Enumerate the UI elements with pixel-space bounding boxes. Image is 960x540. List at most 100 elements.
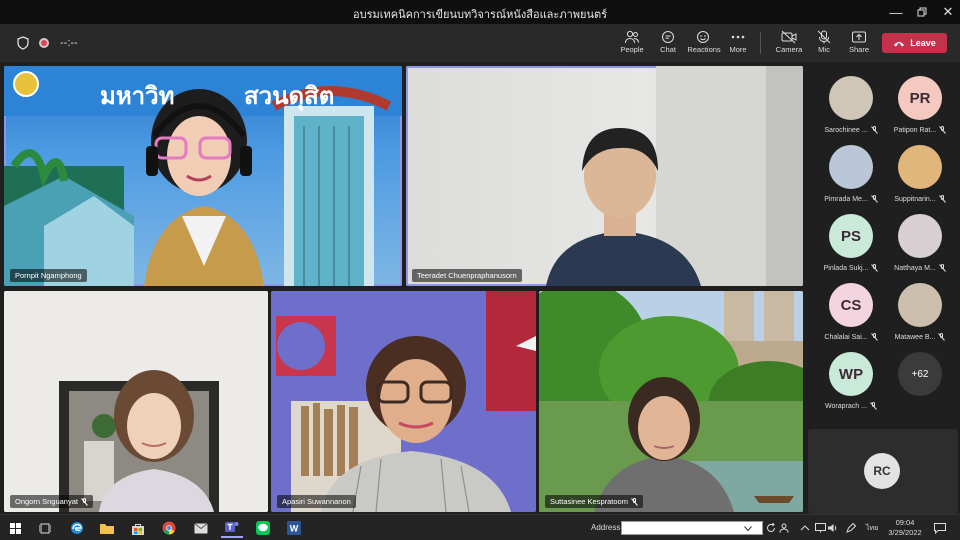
camera-label: Camera [775,45,803,54]
system-clock[interactable]: 09:04 3/29/2022 [885,518,925,538]
participant-name-text: Suppitnarin... [894,195,936,203]
more-participants-button: +62 [898,352,942,396]
roster-participant[interactable]: CS Chalalai Sai... [817,283,885,351]
banner-text-right: สวนดุสิต [244,83,335,110]
chevron-down-icon [744,526,752,532]
task-view-icon [39,523,51,533]
window-title: อบรมเทคนิคการเขียนบทวิจารณ์หนังสือและภาพ… [352,9,608,21]
avatar [898,145,942,189]
edge-taskbar-button[interactable] [66,518,88,538]
meeting-toolbar: --:-- People Chat Reactions More Camera … [0,24,960,62]
avatar: PR [898,76,942,120]
chrome-icon [162,521,176,535]
task-view-button[interactable] [34,518,56,538]
share-button[interactable]: Share [841,28,877,60]
roster-participant[interactable]: Pimrada Me... [817,145,885,213]
teams-taskbar-button[interactable] [221,518,243,538]
people-label: People [620,45,644,54]
line-icon [256,521,270,535]
avatar [898,214,942,258]
title-bar: อบรมเทคนิคการเขียนบทวิจารณ์หนังสือและภาพ… [0,0,960,24]
participant-name-text: Pimrada Me... [824,195,868,203]
more-icon [731,35,745,39]
address-input[interactable] [621,521,763,535]
video-tile-pornpit[interactable]: มหาวิท สวนดุสิต Pornpit Ngamphong [4,66,402,286]
mic-muted-icon [870,195,878,203]
mic-muted-icon [939,126,947,134]
banner-text-left: มหาวิท [100,83,175,110]
clock-date: 3/29/2022 [888,528,922,537]
university-background [4,66,402,286]
people-button[interactable]: People [614,28,650,60]
roster-participant[interactable]: Matawee B... [886,283,954,351]
roster-participant-name: Sarochinee ... [817,126,885,134]
reactions-button[interactable]: Reactions [686,28,722,60]
participant-name-text: Sarochinee ... [824,126,868,134]
overflow-participant-card[interactable]: RC [808,429,958,514]
mic-button[interactable]: Mic [806,28,842,60]
camera-button[interactable]: Camera [771,28,807,60]
language-indicator[interactable]: ไทย [866,523,878,534]
participant-name-text: Woraprach ... [825,402,867,410]
mic-muted-icon [81,497,88,506]
avatar: WP [829,352,873,396]
more-button[interactable]: More [720,28,756,60]
mic-muted-icon [870,402,877,410]
participant-name: Apasiri Suwannanon [282,497,351,506]
mail-taskbar-button[interactable] [190,518,212,538]
roster-participant-name: Patipon Rat... [886,126,954,134]
recording-indicator-icon [39,38,49,48]
volume-icon[interactable] [827,523,838,533]
roster-participant[interactable]: Sarochinee ... [817,76,885,144]
line-taskbar-button[interactable] [252,518,274,538]
close-window-button[interactable]: ✕ [933,0,960,24]
word-taskbar-button[interactable]: W [283,518,305,538]
chat-button[interactable]: Chat [650,28,686,60]
start-button[interactable] [4,518,26,538]
share-icon [852,31,866,43]
address-label: Address [591,523,621,532]
leave-button[interactable]: Leave [882,33,947,53]
chrome-taskbar-button[interactable] [158,518,180,538]
share-label: Share [848,45,869,54]
video-tile-apasiri[interactable]: Apasiri Suwannanon [271,291,536,512]
windows-taskbar: W Address ไทย 09:04 3/29/2022 [0,514,960,540]
mail-icon [194,522,208,533]
notifications-icon[interactable] [934,523,946,534]
participant-name-chip: Apasiri Suwannanon [277,495,356,508]
folder-icon [100,524,114,534]
shield-icon [17,36,29,50]
avatar [829,76,873,120]
apasiri-video-frame [271,291,536,512]
network-icon[interactable] [815,523,826,533]
video-tile-teeradet[interactable]: Teeradet Chuenpraphanusorn [406,66,803,286]
pen-icon[interactable] [846,523,856,533]
participant-name-chip: Teeradet Chuenpraphanusorn [412,269,522,282]
store-icon [132,523,144,535]
roster-participant[interactable]: WP Woraprach ... [817,352,885,420]
reactions-label: Reactions [687,45,721,54]
svg-text:W: W [290,524,299,534]
roster-participant[interactable]: Natthaya M... [886,214,954,282]
mic-muted-icon [938,264,946,272]
store-taskbar-button[interactable] [127,518,149,538]
participant-name-text: Matawee B... [894,333,936,341]
chevron-up-icon[interactable] [800,523,810,533]
ongorn-video-frame [4,291,268,512]
roster-participant[interactable]: PR Patipon Rat... [886,76,954,144]
roster-participant[interactable]: PS Pinlada Sukj... [817,214,885,282]
participant-name-chip: Ongorn Snguanyat [10,495,93,508]
participant-name-text: Pinlada Sukj... [823,264,869,272]
avatar: RC [864,453,900,489]
roster-participant[interactable]: Suppitnarin... [886,145,954,213]
roster-participant[interactable]: +62 [886,352,954,420]
people-tray-icon[interactable] [779,523,789,533]
people-icon [625,30,639,44]
meeting-timer: --:-- [60,37,78,49]
refresh-icon[interactable] [766,523,776,533]
file-explorer-taskbar-button[interactable] [96,518,118,538]
video-tile-ongorn[interactable]: Ongorn Snguanyat [4,291,268,512]
participant-name-text: Natthaya M... [894,264,936,272]
video-tile-suttasinee[interactable]: Suttasinee Kespratoom [539,291,803,512]
roster-participant-name: Natthaya M... [886,264,954,272]
